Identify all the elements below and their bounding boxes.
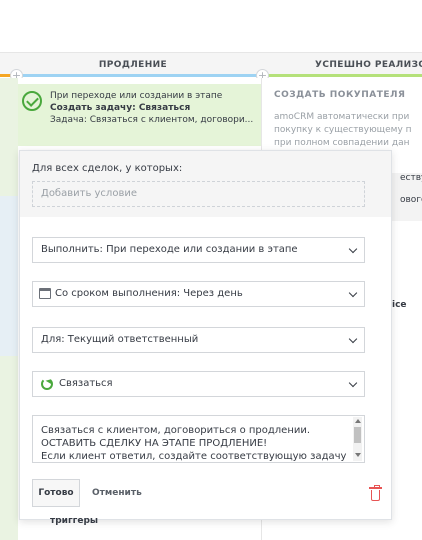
check-circle-icon — [22, 91, 42, 111]
calendar-icon — [39, 288, 51, 299]
trash-icon[interactable] — [369, 485, 382, 501]
done-button[interactable]: Готово — [32, 479, 80, 507]
chevron-down-icon — [348, 244, 358, 254]
condition-area: Для всех сделок, у которых: Добавить усл… — [20, 151, 391, 217]
cancel-button[interactable]: Отменить — [92, 479, 142, 507]
trigger-task: Задача: Связаться с клиентом, договори..… — [50, 115, 254, 125]
stage-line-green — [266, 74, 422, 77]
left-edge-blue — [0, 196, 18, 356]
trigger-condition: При переходе или создании в этапе — [50, 91, 223, 101]
pipeline-header: ПРОДЛЕНИЕ УСПЕШНО РЕАЛИЗОВ — [0, 52, 422, 76]
trigger-card[interactable]: При переходе или создании в этапе Создат… — [18, 84, 261, 146]
execute-select[interactable]: Выполнить: При переходе или создании в э… — [32, 237, 365, 263]
chevron-down-icon — [348, 378, 358, 388]
partial-text: еству — [400, 173, 422, 183]
scroll-up-icon[interactable] — [355, 419, 361, 423]
create-buyer-description: amoCRM автоматически при покупку к сущес… — [274, 112, 412, 148]
responsible-select[interactable]: Для: Текущий ответственный — [32, 327, 365, 353]
condition-label: Для всех сделок, у которых: — [32, 163, 183, 174]
task-trigger-popup: Для всех сделок, у которых: Добавить усл… — [19, 150, 392, 520]
add-condition-button[interactable]: Добавить условие — [32, 181, 365, 207]
deadline-select[interactable]: Со сроком выполнения: Через день — [32, 281, 365, 307]
task-type-select[interactable]: Связаться — [32, 371, 365, 397]
trigger-action: Создать задачу: Связаться — [50, 103, 191, 113]
chevron-down-icon — [348, 334, 358, 344]
partial-text: ового — [400, 195, 422, 205]
create-buyer-title: СОЗДАТЬ ПОКУПАТЕЛЯ — [274, 90, 406, 100]
refresh-icon — [41, 378, 53, 390]
textarea-scrollbar[interactable] — [353, 417, 362, 461]
stage-line-blue — [18, 74, 258, 77]
task-text-field[interactable]: Связаться с клиентом, договориться о про… — [32, 415, 365, 463]
triggers-label: триггеры — [50, 516, 99, 526]
chevron-down-icon — [348, 288, 358, 298]
scroll-thumb[interactable] — [354, 427, 361, 443]
top-area — [0, 0, 422, 52]
partial-bold-text: ice — [392, 300, 407, 310]
scroll-down-icon[interactable] — [355, 453, 361, 457]
